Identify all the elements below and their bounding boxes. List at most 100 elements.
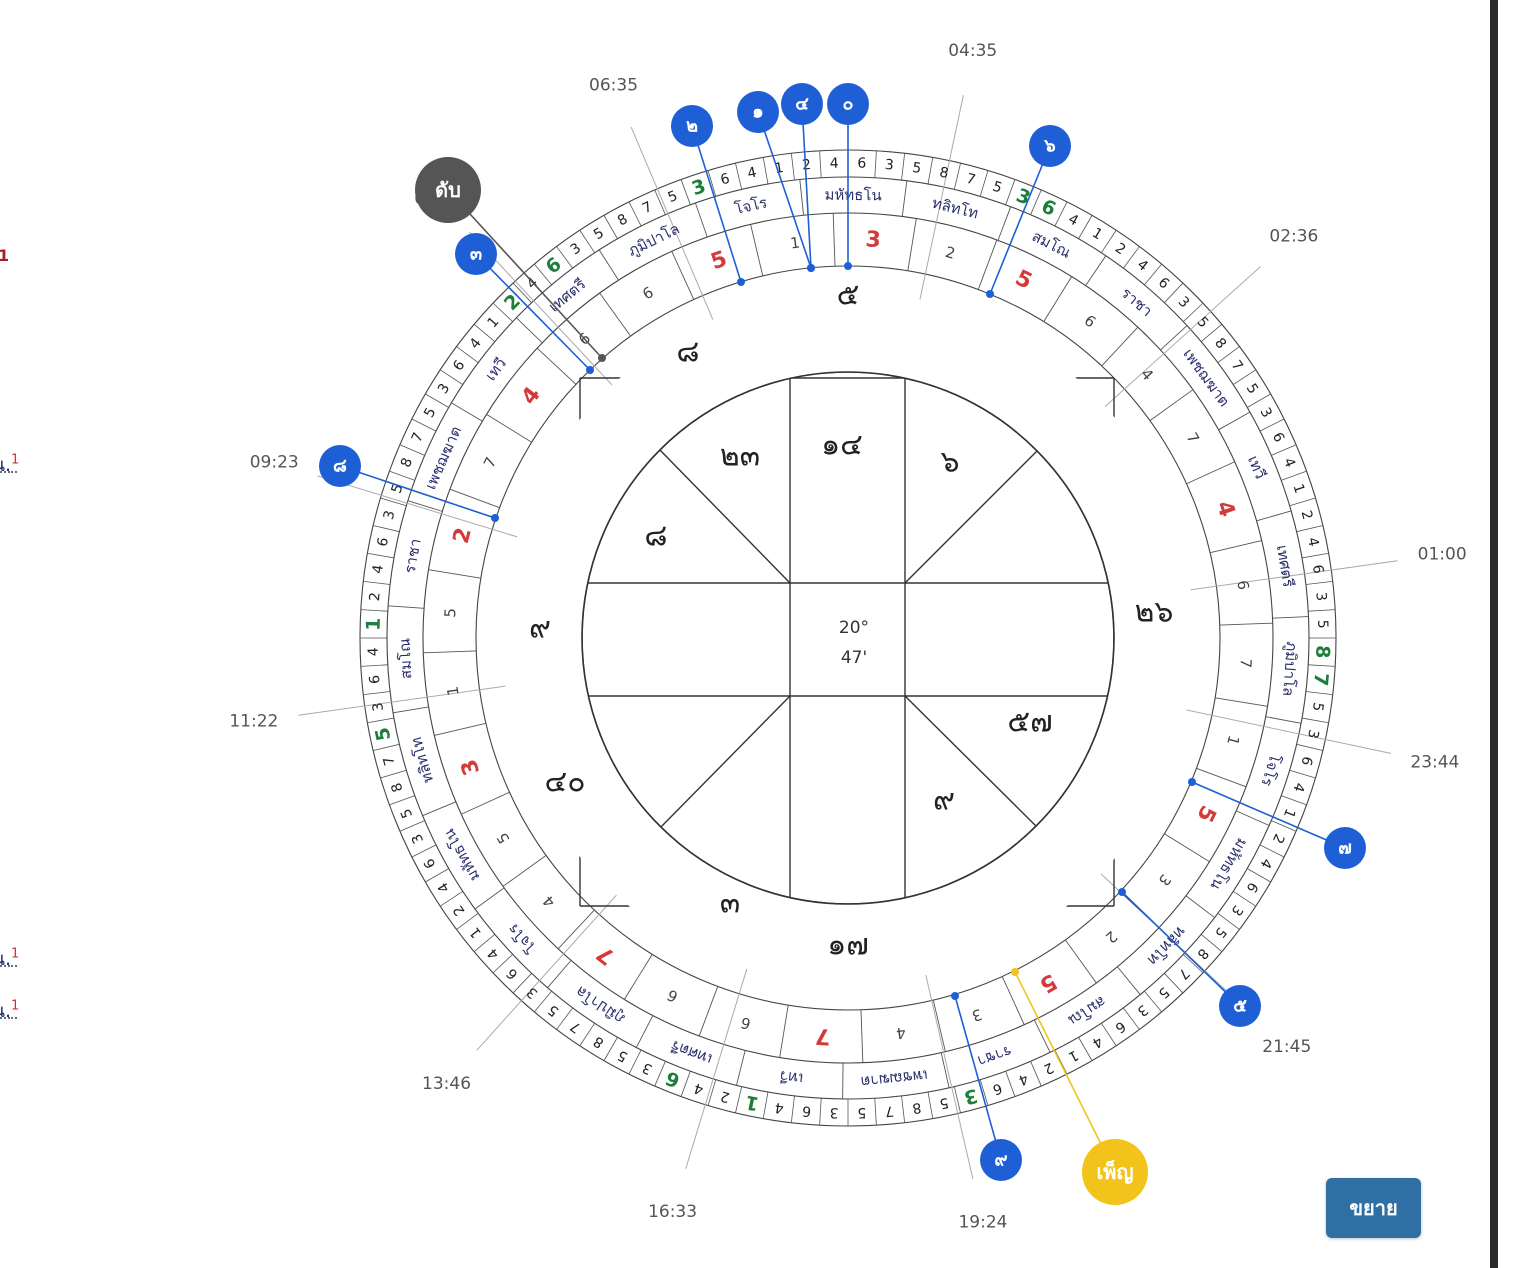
house-number: ๑๗: [827, 928, 869, 963]
name-cell-divider: [736, 1050, 746, 1086]
grid-diagonal: [904, 447, 1041, 584]
outer-ring-number: 8: [615, 211, 630, 229]
outer-ring-number: 5: [1155, 984, 1172, 1002]
outer-cell-divider: [1301, 717, 1329, 724]
outer-ring-number: 5: [615, 1046, 630, 1064]
mid-ring-number: 2: [449, 525, 477, 546]
outer-cell-divider: [628, 201, 642, 227]
outer-cell-divider: [1271, 444, 1297, 456]
outer-ring-number: 4: [435, 879, 453, 895]
outer-cell-divider: [1054, 1049, 1068, 1075]
name-cell-divider: [1265, 716, 1302, 724]
outer-ring-number: 2: [719, 1087, 732, 1105]
right-scrollbar[interactable]: [1490, 0, 1498, 1268]
outer-cell-divider: [654, 189, 666, 215]
name-ring-label: มหัทธโน: [440, 826, 484, 885]
outer-ring-number: 1: [1065, 1046, 1080, 1064]
name-cell-divider: [451, 402, 483, 422]
marker-label: ๓: [470, 244, 482, 265]
mid-ring-number: 2: [943, 243, 957, 263]
time-label: 01:00: [1418, 544, 1467, 564]
house-number: ๘: [676, 335, 699, 370]
mid-ring-number: 5: [441, 607, 460, 618]
mid-ring-number: 2: [1102, 927, 1121, 947]
outer-ring-number: 2: [367, 592, 384, 602]
mid-ring-number: 3: [969, 1005, 984, 1025]
outer-ring-number: 1: [1089, 225, 1105, 243]
name-cell-divider: [407, 500, 443, 512]
outer-cell-divider: [1289, 497, 1316, 507]
name-cell-divider: [1185, 895, 1215, 918]
mid-cell-divider: [599, 292, 632, 337]
mid-ring-number: 4: [895, 1023, 907, 1042]
outer-ring-number: 5: [421, 405, 439, 420]
inner-mask: [502, 292, 1194, 984]
outer-cell-divider: [360, 664, 388, 667]
marker-point: [986, 290, 994, 298]
mid-cell-divider: [1043, 276, 1073, 322]
name-ring-label: สมโณ: [396, 638, 416, 680]
outer-ring-number: 7: [409, 430, 427, 445]
marker-label: เพ็ญ: [1096, 1159, 1133, 1184]
outer-ring-number: 6: [663, 1066, 683, 1091]
marker-label: ๙: [994, 1150, 1007, 1171]
house-number: ๙: [933, 783, 955, 818]
outer-ring-number: 7: [381, 754, 399, 767]
outer-ring-number: 7: [884, 1102, 894, 1119]
name-cell-divider: [694, 202, 708, 238]
expand-button[interactable]: ขยาย: [1326, 1178, 1421, 1238]
outer-cell-divider: [979, 170, 989, 197]
name-ring-label: ภูมิปาโล: [625, 220, 682, 260]
outer-ring-number: 6: [719, 171, 732, 189]
outer-ring-number: 8: [1311, 645, 1333, 659]
outer-cell-divider: [1247, 393, 1271, 408]
outer-cell-divider: [953, 163, 961, 190]
mid-ring-number: 6: [664, 986, 680, 1006]
outer-ring-number: 2: [1297, 509, 1315, 522]
mid-ring-number: 6: [1081, 311, 1100, 331]
outer-ring-number: 3: [524, 984, 541, 1002]
outer-ring-number: 3: [568, 240, 584, 258]
outer-ring-number: 5: [545, 1001, 562, 1019]
outer-cell-divider: [399, 444, 425, 456]
marker-label: ๑: [752, 102, 763, 123]
mid-ring-number: 6: [1233, 579, 1252, 591]
outer-ring-number: 4: [830, 156, 839, 172]
outer-cell-divider: [628, 1049, 642, 1075]
house-number: ๓: [720, 886, 741, 921]
name-ring-label: เทวี: [481, 355, 510, 385]
name-ring-label: ภูมิปาโล: [1279, 641, 1301, 697]
mid-ring-number: 4: [1211, 498, 1240, 521]
outer-cell-divider: [1247, 868, 1271, 883]
marker-point: [1011, 968, 1019, 976]
outer-cell-divider: [367, 552, 395, 559]
outer-ring-number: 4: [1089, 1033, 1105, 1051]
outer-ring-number: 7: [1309, 672, 1332, 687]
name-ring-label: เพชฌฆาต: [1179, 345, 1233, 410]
mid-ring-number: 5: [1035, 968, 1061, 997]
outer-ring-number: 4: [746, 165, 758, 182]
outer-ring-number: 3: [1312, 592, 1329, 602]
outer-cell-divider: [373, 525, 400, 533]
name-cell-divider: [547, 960, 572, 988]
name-cell-divider: [1160, 325, 1188, 351]
mid-cell-divider: [423, 650, 477, 654]
mid-cell-divider: [1219, 622, 1273, 626]
outer-ring-number: 3: [435, 381, 453, 397]
house-number: ๘: [644, 519, 667, 554]
outer-ring-number: 8: [591, 1033, 607, 1051]
outer-cell-divider: [762, 157, 769, 185]
mid-ring-number: 1: [789, 233, 801, 252]
name-ring-label: สมโณ: [1065, 992, 1109, 1029]
name-ring-label: มหัทธโน: [824, 186, 881, 205]
outer-ring-number: 6: [375, 536, 392, 548]
outer-ring-number: 4: [1304, 536, 1321, 548]
outer-ring-number: 7: [1228, 358, 1246, 374]
outer-ring-number: 7: [640, 199, 655, 217]
outer-cell-divider: [680, 179, 691, 205]
mid-ring-number: 6: [739, 1013, 753, 1033]
outer-ring-number: 3: [1256, 405, 1274, 420]
name-ring-label: ราชา: [401, 537, 425, 575]
outer-ring-number: 5: [398, 806, 416, 820]
outer-cell-divider: [1281, 795, 1307, 806]
